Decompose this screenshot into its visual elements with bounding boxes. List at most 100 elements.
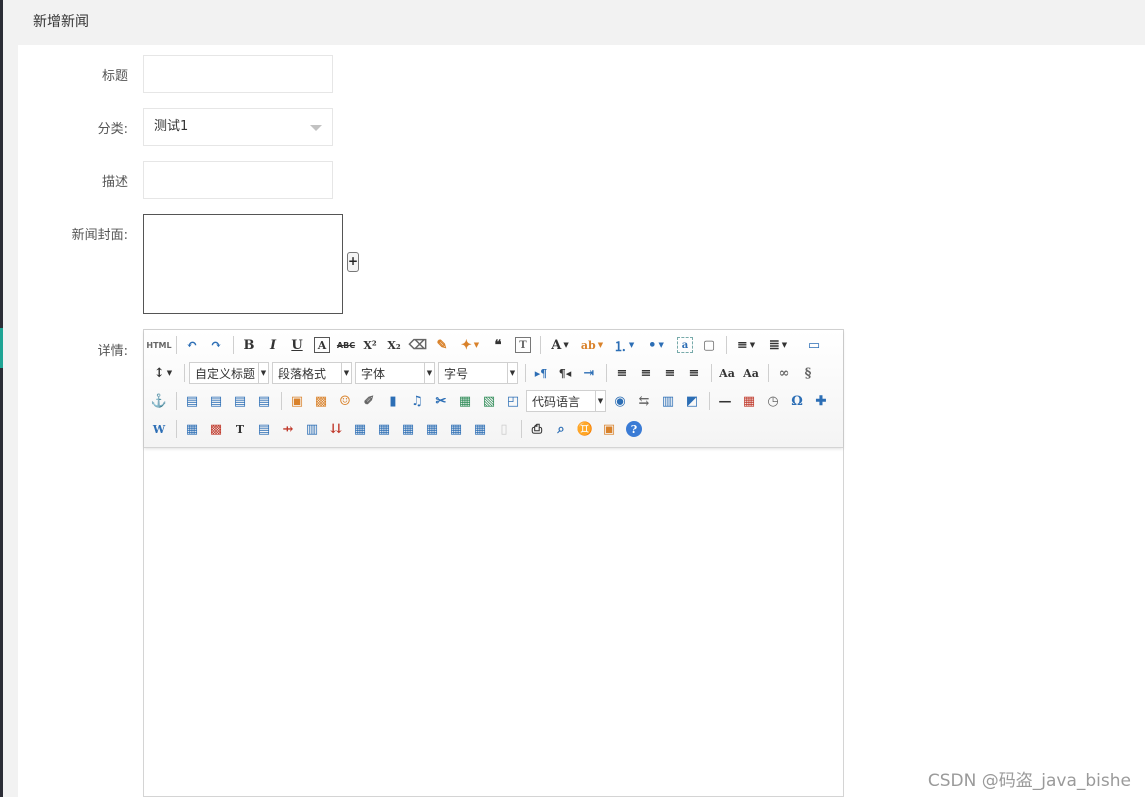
search-icon[interactable]: ⌕ xyxy=(550,418,572,440)
emotion-icon[interactable]: ☺ xyxy=(334,390,356,412)
image-left-icon[interactable]: ▤ xyxy=(205,390,227,412)
toolbar-separator xyxy=(184,364,185,382)
undo-icon[interactable]: ↶ xyxy=(181,334,203,356)
insert-row-icon[interactable]: ▤ xyxy=(253,418,275,440)
split-rows-icon[interactable]: ▦ xyxy=(445,418,467,440)
description-input[interactable] xyxy=(143,161,333,199)
insert-image-icon[interactable]: ▣ xyxy=(286,390,308,412)
template-icon[interactable]: ▥ xyxy=(657,390,679,412)
redo-icon[interactable]: ↷ xyxy=(205,334,227,356)
merge-right-icon[interactable]: ▦ xyxy=(373,418,395,440)
insert-code-icon[interactable]: ◉ xyxy=(609,390,631,412)
chevron-down-icon: ▼ xyxy=(258,363,268,383)
direction-ltr-icon[interactable]: ▸¶ xyxy=(530,362,552,384)
delete-col-icon[interactable]: ⇊ xyxy=(325,418,347,440)
background-color-icon[interactable]: ab ▼ xyxy=(577,334,607,356)
delete-table-icon[interactable]: ▩ xyxy=(205,418,227,440)
code-language-combo[interactable]: 代码语言 ▼ xyxy=(526,390,606,412)
align-right-icon[interactable]: ≡ xyxy=(659,362,681,384)
help-icon[interactable]: ? xyxy=(626,421,642,437)
font-family-combo[interactable]: 字体 ▼ xyxy=(355,362,435,384)
font-color-icon[interactable]: A ▼ xyxy=(545,334,575,356)
music-icon[interactable]: ♫ xyxy=(406,390,428,412)
date-icon[interactable]: ▦ xyxy=(738,390,760,412)
html-source-icon[interactable]: HTML xyxy=(146,334,171,356)
italic-icon[interactable]: I xyxy=(262,334,284,356)
print-icon[interactable]: ⎙ xyxy=(526,418,548,440)
word-image-icon[interactable]: W xyxy=(148,418,170,440)
title-input[interactable] xyxy=(143,55,333,93)
special-chars-icon[interactable]: Ω xyxy=(786,390,808,412)
subscript-icon[interactable]: X₂ xyxy=(383,334,405,356)
font-border-icon[interactable]: A xyxy=(314,337,330,353)
search-replace-icon[interactable]: ♊ xyxy=(574,418,596,440)
chevron-down-icon: ▼ xyxy=(507,363,517,383)
editor-content-area[interactable] xyxy=(144,448,843,796)
blockquote-icon[interactable]: ❝ xyxy=(487,334,509,356)
category-select[interactable]: 测试1 xyxy=(143,108,333,146)
cover-label: 新闻封面: xyxy=(71,228,128,243)
drafts-icon[interactable]: ▣ xyxy=(598,418,620,440)
merge-cells-icon[interactable]: ▦ xyxy=(349,418,371,440)
horizontal-rule-icon[interactable]: — xyxy=(714,390,736,412)
row-spacing-bottom-icon[interactable]: ≣ ▼ xyxy=(763,334,793,356)
image-none-icon[interactable]: ▤ xyxy=(181,390,203,412)
eraser-icon[interactable]: ⌫ xyxy=(407,334,429,356)
background-image-icon[interactable]: ◩ xyxy=(681,390,703,412)
indent-icon[interactable]: ⇥ xyxy=(578,362,600,384)
align-justify-icon[interactable]: ≡ xyxy=(683,362,705,384)
google-map-icon[interactable]: ▧ xyxy=(478,390,500,412)
map-icon[interactable]: ▦ xyxy=(454,390,476,412)
chevron-down-icon: ▼ xyxy=(595,391,605,411)
merge-down-icon[interactable]: ▦ xyxy=(397,418,419,440)
direction-rtl-icon[interactable]: ¶◂ xyxy=(554,362,576,384)
line-height-icon[interactable]: ↕ ▼ xyxy=(148,362,178,384)
underline-icon[interactable]: U xyxy=(286,334,308,356)
category-selected-value: 测试1 xyxy=(154,119,189,134)
link-icon[interactable]: ∞ xyxy=(773,362,795,384)
row-spacing-top-icon[interactable]: ≡ ▼ xyxy=(731,334,761,356)
split-cols-icon[interactable]: ▦ xyxy=(469,418,491,440)
paste-plain-icon[interactable]: T xyxy=(515,337,531,353)
insert-table-icon[interactable]: ▦ xyxy=(181,418,203,440)
align-left-icon[interactable]: ≡ xyxy=(611,362,633,384)
toolbar-separator xyxy=(525,364,526,382)
ordered-list-icon[interactable]: ⒈ ▼ xyxy=(609,334,639,356)
unordered-list-icon[interactable]: • ▼ xyxy=(641,334,671,356)
split-cells-icon[interactable]: ▦ xyxy=(421,418,443,440)
select-all-icon[interactable]: a xyxy=(677,337,693,353)
align-center-icon[interactable]: ≡ xyxy=(635,362,657,384)
paragraph-format-combo[interactable]: 段落格式 ▼ xyxy=(272,362,352,384)
attachment-icon[interactable]: ✂ xyxy=(430,390,452,412)
delete-row-icon[interactable]: ⇸ xyxy=(277,418,299,440)
unlink-icon[interactable]: § xyxy=(797,362,819,384)
page-break-icon[interactable]: ⇆ xyxy=(633,390,655,412)
preview-icon[interactable]: ▭ xyxy=(803,334,825,356)
insert-col-icon[interactable]: ▥ xyxy=(301,418,323,440)
time-icon[interactable]: ◷ xyxy=(762,390,784,412)
custom-heading-combo[interactable]: 自定义标题 ▼ xyxy=(189,362,269,384)
table-caption-icon[interactable]: T xyxy=(229,418,251,440)
image-right-icon[interactable]: ▤ xyxy=(229,390,251,412)
font-size-combo[interactable]: 字号 ▼ xyxy=(438,362,518,384)
multi-image-icon[interactable]: ▩ xyxy=(310,390,332,412)
image-center-icon[interactable]: ▤ xyxy=(253,390,275,412)
scrawl-icon[interactable]: ✐ xyxy=(358,390,380,412)
insert-frame-icon[interactable]: ◰ xyxy=(502,390,524,412)
anchor-icon[interactable]: ⚓ xyxy=(148,390,170,412)
snapscreen-icon[interactable]: ✚ xyxy=(810,390,832,412)
bold-icon[interactable]: B xyxy=(238,334,260,356)
insert-video-icon[interactable]: ▮ xyxy=(382,390,404,412)
watermark-text: CSDN @码盗_java_bishe xyxy=(927,771,1131,791)
lowercase-icon[interactable]: Aa xyxy=(740,362,762,384)
superscript-icon[interactable]: X² xyxy=(359,334,381,356)
strikethrough-icon[interactable]: ABC xyxy=(335,334,357,356)
add-cover-button[interactable]: + xyxy=(347,252,359,272)
clear-document-icon[interactable]: ▢ xyxy=(698,334,720,356)
auto-format-icon[interactable]: ✦ ▼ xyxy=(455,334,485,356)
charts-icon[interactable]: ▯ xyxy=(493,418,515,440)
font-color-glyph: A xyxy=(551,337,562,353)
format-brush-icon[interactable]: ✎ xyxy=(431,334,453,356)
cover-image-box[interactable] xyxy=(143,214,343,314)
uppercase-icon[interactable]: Aa xyxy=(716,362,738,384)
